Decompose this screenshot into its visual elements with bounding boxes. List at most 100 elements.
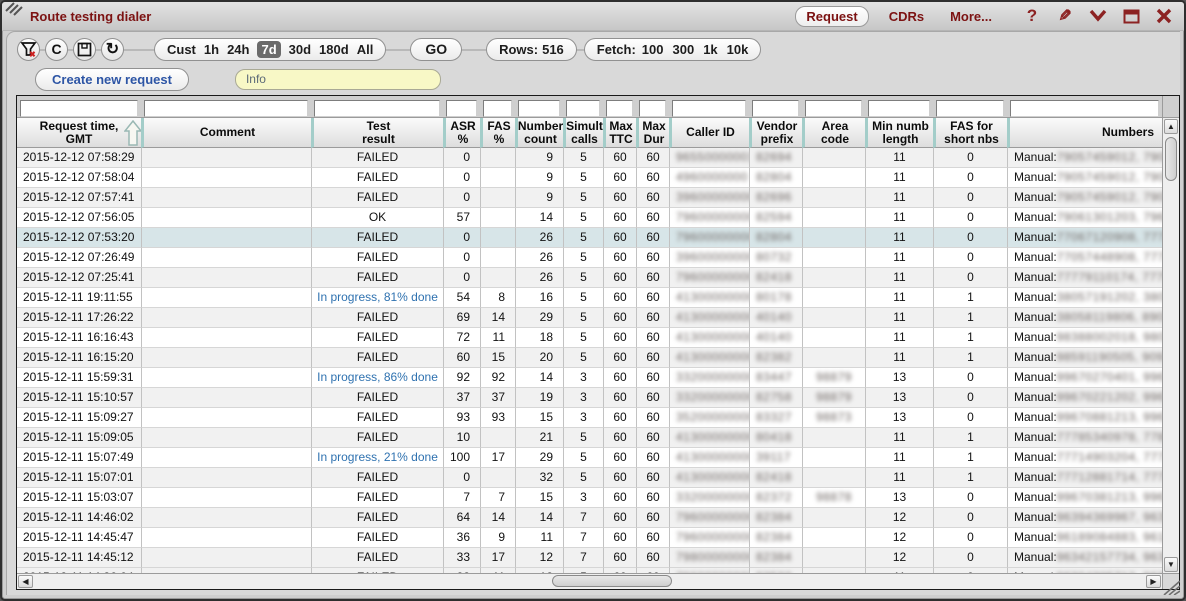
drag-grip-icon[interactable] <box>8 8 24 24</box>
column-header-2[interactable]: Test result <box>311 118 443 148</box>
horizontal-scroll-thumb[interactable] <box>552 575 672 587</box>
fetch-100[interactable]: 100 <box>642 42 664 57</box>
ml-value: 11 <box>893 170 905 184</box>
table-row[interactable]: 2015-12-11 15:09:05FAILED102156060413000… <box>17 428 1162 448</box>
cell-dur: 60 <box>636 348 669 368</box>
table-row[interactable]: 2015-12-11 14:45:12FAILED331712760607980… <box>17 548 1162 568</box>
filter-input-col8[interactable] <box>639 100 666 117</box>
horizontal-scrollbar[interactable]: ◀ ▶ <box>17 573 1162 589</box>
tab-cdrs[interactable]: CDRs <box>883 7 930 26</box>
filter-input-col13[interactable] <box>936 100 1004 117</box>
column-header-7[interactable]: Max TTC <box>603 118 636 148</box>
scroll-down-icon[interactable]: ▼ <box>1164 557 1178 572</box>
scroll-up-icon[interactable]: ▲ <box>1164 119 1178 134</box>
filter-input-col4[interactable] <box>483 100 512 117</box>
timerange-24h[interactable]: 24h <box>227 42 249 57</box>
table-row[interactable]: 2015-12-11 17:26:22FAILED691429560604130… <box>17 308 1162 328</box>
column-header-9[interactable]: Caller ID <box>669 118 749 148</box>
timerange-180d[interactable]: 180d <box>319 42 349 57</box>
filter-input-col12[interactable] <box>868 100 930 117</box>
table-row[interactable]: 2015-12-11 15:59:31In progress, 86% done… <box>17 368 1162 388</box>
table-row[interactable]: 2015-12-11 15:03:07FAILED771536060332000… <box>17 488 1162 508</box>
tab-more[interactable]: More... <box>944 7 998 26</box>
numbers-source-label: Manual: <box>1014 530 1057 544</box>
scroll-right-icon[interactable]: ▶ <box>1146 575 1161 588</box>
filter-icon[interactable]: ✖ <box>17 38 40 61</box>
column-header-10[interactable]: Vendor prefix <box>749 118 802 148</box>
clear-button[interactable]: C <box>45 38 68 61</box>
column-header-0[interactable]: Request time, GMT <box>17 118 141 148</box>
timerange-30d[interactable]: 30d <box>289 42 311 57</box>
column-header-1[interactable]: Comment <box>141 118 311 148</box>
table-row[interactable]: 2015-12-11 16:16:43FAILED721118560604130… <box>17 328 1162 348</box>
table-row[interactable]: 2015-12-11 15:07:49In progress, 21% done… <box>17 448 1162 468</box>
info-input[interactable]: Info <box>235 69 441 90</box>
timerange-1h[interactable]: 1h <box>204 42 219 57</box>
column-header-3[interactable]: ASR % <box>443 118 480 148</box>
table-row[interactable]: 2015-12-11 15:10:57FAILED373719360603320… <box>17 388 1162 408</box>
vp-value: 82372 <box>756 490 792 504</box>
column-header-8[interactable]: Max Dur <box>636 118 669 148</box>
create-new-request-button[interactable]: Create new request <box>35 68 189 91</box>
filter-input-col11[interactable] <box>805 100 862 117</box>
tab-request[interactable]: Request <box>795 6 868 27</box>
table-row[interactable]: 2015-12-11 14:45:47FAILED369117606079600… <box>17 528 1162 548</box>
sim-value: 5 <box>580 330 587 344</box>
timerange-7d[interactable]: 7d <box>257 41 280 58</box>
table-row[interactable]: 2015-12-12 07:58:04FAILED095606049600000… <box>17 168 1162 188</box>
fetch-10k[interactable]: 10k <box>727 42 749 57</box>
close-icon[interactable] <box>1154 6 1174 26</box>
column-header-5[interactable]: Number count <box>515 118 563 148</box>
table-row[interactable]: 2015-12-12 07:26:49FAILED026560603960000… <box>17 248 1162 268</box>
vertical-scroll-thumb[interactable] <box>1165 137 1177 181</box>
column-header-6[interactable]: Simult calls <box>563 118 603 148</box>
filter-input-col6[interactable] <box>566 100 600 117</box>
column-header-12[interactable]: Min numb length <box>865 118 933 148</box>
save-icon[interactable] <box>73 38 96 61</box>
filter-input-col5[interactable] <box>518 100 560 117</box>
filter-input-col14[interactable] <box>1010 100 1159 117</box>
fetch-1k[interactable]: 1k <box>703 42 717 57</box>
vp-value: 82384 <box>756 510 792 524</box>
table-row[interactable]: 2015-12-11 15:07:01FAILED032560604130000… <box>17 468 1162 488</box>
cell-res: In progress, 21% done <box>311 448 443 468</box>
go-button[interactable]: GO <box>410 38 462 61</box>
fs-value: 1 <box>967 350 974 364</box>
cell-fs: 0 <box>933 368 1007 388</box>
table-row[interactable]: 2015-12-12 07:25:41FAILED026560607960000… <box>17 268 1162 288</box>
timerange-cust[interactable]: Cust <box>167 42 196 57</box>
window-icon[interactable] <box>1121 6 1141 26</box>
filter-input-col2[interactable] <box>314 100 440 117</box>
timerange-all[interactable]: All <box>357 42 374 57</box>
resize-grip-icon[interactable] <box>1160 577 1180 595</box>
filter-input-col7[interactable] <box>606 100 633 117</box>
filter-input-col1[interactable] <box>144 100 308 117</box>
filter-input-col0[interactable] <box>20 100 138 117</box>
cell-ac: 98873 <box>802 408 865 428</box>
chevron-down-icon[interactable] <box>1088 6 1108 26</box>
filter-input-col9[interactable] <box>672 100 746 117</box>
column-header-4[interactable]: FAS % <box>480 118 515 148</box>
table-row[interactable]: 2015-12-12 07:56:05OK5714560607960000000… <box>17 208 1162 228</box>
vertical-scrollbar[interactable]: ▲ ▼ <box>1162 96 1179 573</box>
edit-icon[interactable]: ✎ <box>1055 6 1075 26</box>
table-row[interactable]: 2015-12-11 16:15:20FAILED601520560604130… <box>17 348 1162 368</box>
fetch-300[interactable]: 300 <box>673 42 695 57</box>
column-header-11[interactable]: Area code <box>802 118 865 148</box>
table-row[interactable]: 2015-12-11 14:46:02FAILED641414760607960… <box>17 508 1162 528</box>
refresh-icon[interactable]: ↻ <box>101 38 124 61</box>
filter-input-col3[interactable] <box>446 100 477 117</box>
scroll-left-icon[interactable]: ◀ <box>18 575 33 588</box>
help-icon[interactable]: ? <box>1022 6 1042 26</box>
cell-sim: 3 <box>563 368 603 388</box>
table-row[interactable]: 2015-12-12 07:58:29FAILED095606096550000… <box>17 148 1162 168</box>
column-header-13[interactable]: FAS for short nbs <box>933 118 1007 148</box>
table-row[interactable]: 2015-12-12 07:57:41FAILED095606039600000… <box>17 188 1162 208</box>
filter-input-col10[interactable] <box>752 100 799 117</box>
column-header-14[interactable]: Numbers <box>1007 118 1162 148</box>
table-row[interactable]: 2015-12-12 07:53:20FAILED026560607960000… <box>17 228 1162 248</box>
table-row[interactable]: 2015-12-11 15:09:27FAILED939315360603520… <box>17 408 1162 428</box>
table-row[interactable]: 2015-12-11 19:11:55In progress, 81% done… <box>17 288 1162 308</box>
cell-sim: 5 <box>563 208 603 228</box>
cell-res: FAILED <box>311 468 443 488</box>
